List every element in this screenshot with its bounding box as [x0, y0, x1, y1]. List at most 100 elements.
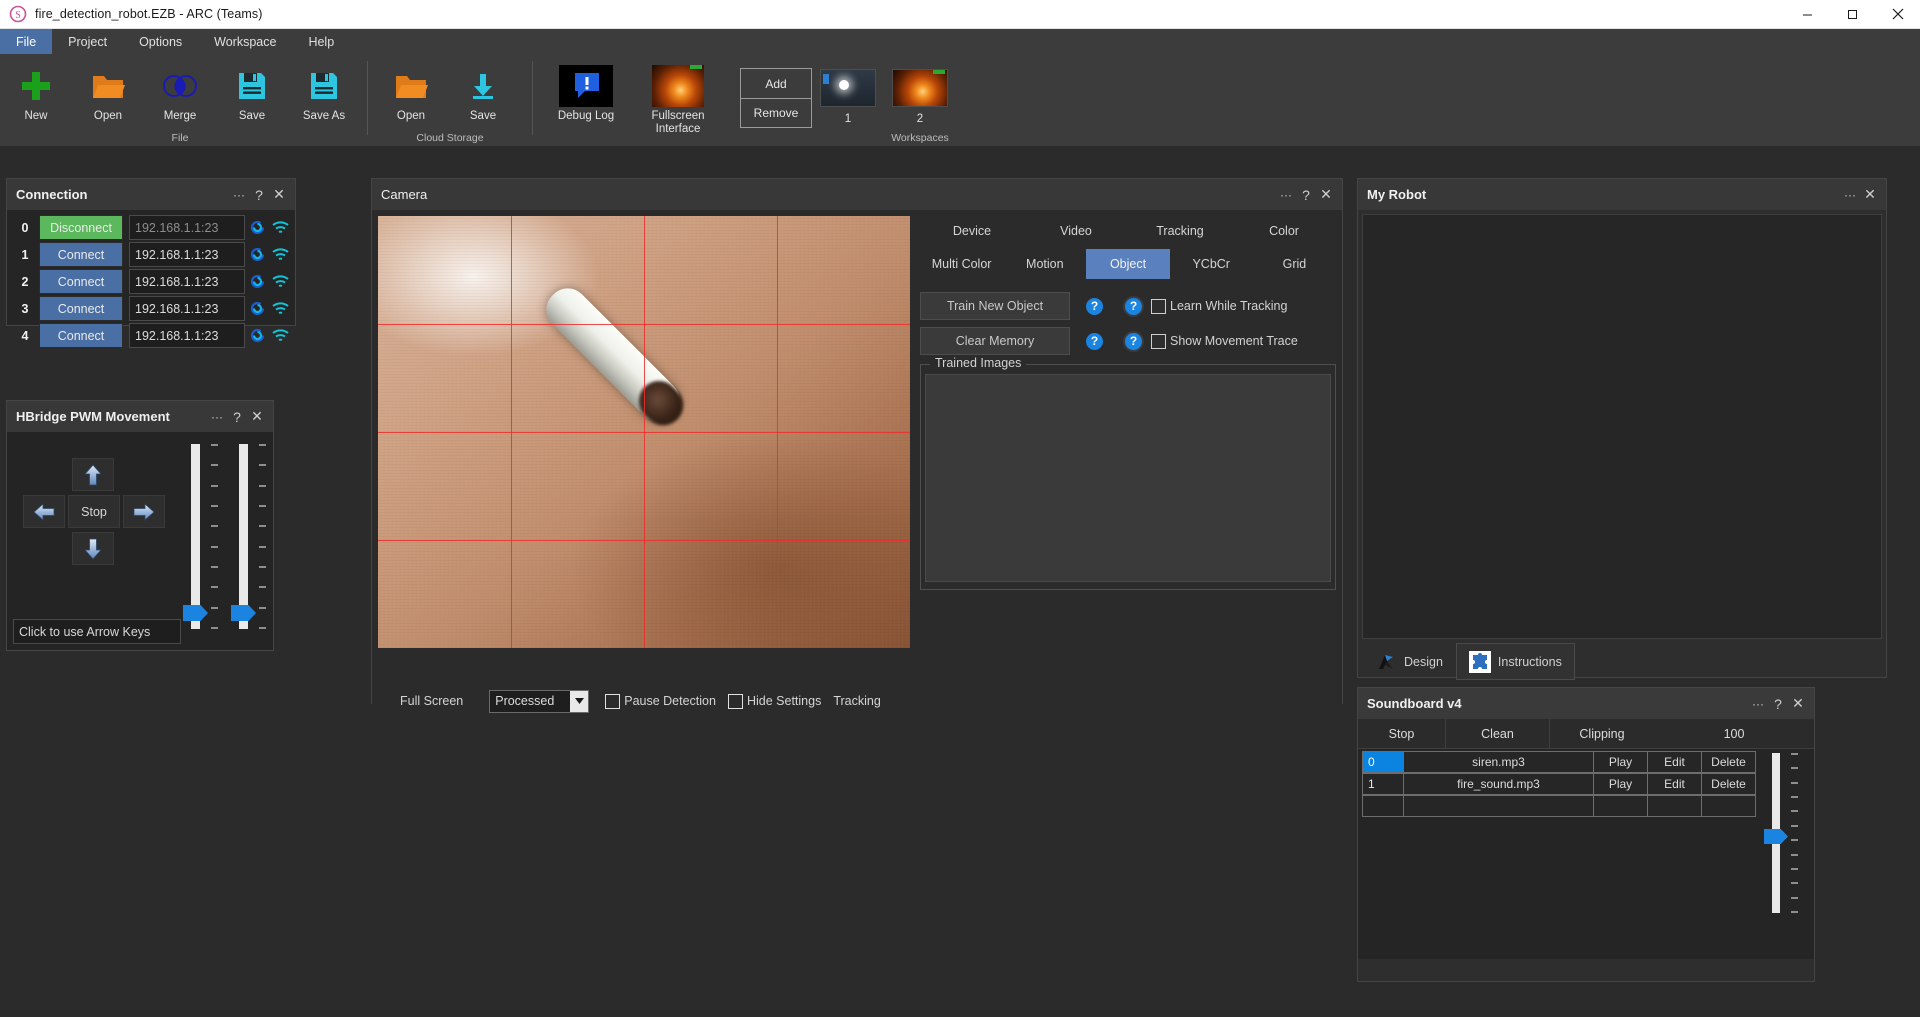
right-speed-slider[interactable] — [231, 444, 277, 629]
soundboard-play-button[interactable] — [1594, 795, 1648, 817]
tab-color[interactable]: Color — [1232, 216, 1336, 246]
menu-item-file[interactable]: File — [0, 29, 52, 54]
soundboard-volume-thumb[interactable] — [1764, 829, 1788, 844]
clear-memory-button[interactable]: Clear Memory — [920, 327, 1070, 355]
connection-ip-field[interactable]: 192.168.1.1:23 — [129, 296, 245, 321]
move-forward-button[interactable] — [72, 458, 114, 491]
ribbon-button-save-as[interactable]: Save As — [288, 59, 360, 137]
soundboard-menu-button[interactable]: ··· — [1748, 693, 1768, 715]
soundboard-delete-button[interactable] — [1702, 795, 1756, 817]
workspace-add-button[interactable]: Add — [741, 69, 811, 98]
my-robot-tab-instructions[interactable]: Instructions — [1456, 643, 1575, 680]
workspace-item-2[interactable]: 2 — [884, 59, 956, 125]
wifi-icon[interactable] — [269, 328, 291, 343]
refresh-icon[interactable] — [245, 272, 269, 291]
soundboard-row-index[interactable]: 0 — [1362, 751, 1404, 773]
connection-connect-button[interactable]: Connect — [39, 323, 123, 348]
ribbon-button-cloud-save[interactable]: Save — [447, 59, 519, 137]
my-robot-menu-button[interactable]: ··· — [1840, 184, 1860, 206]
full-screen-button[interactable]: Full Screen — [400, 694, 463, 708]
ribbon-button-debug-log[interactable]: Debug Log — [540, 59, 632, 137]
refresh-icon[interactable] — [245, 245, 269, 264]
hbridge-help-button[interactable]: ? — [227, 406, 247, 428]
connection-ip-field[interactable]: 192.168.1.1:23 — [129, 215, 245, 240]
tab-video[interactable]: Video — [1024, 216, 1128, 246]
connection-help-button[interactable]: ? — [249, 184, 269, 206]
soundboard-delete-button[interactable]: Delete — [1702, 773, 1756, 795]
ribbon-button-cloud-open[interactable]: Open — [375, 59, 447, 137]
my-robot-tab-design[interactable]: Design — [1362, 643, 1456, 680]
wifi-icon[interactable] — [269, 220, 291, 235]
connection-ip-field[interactable]: 192.168.1.1:23 — [129, 242, 245, 267]
left-speed-slider[interactable] — [183, 444, 229, 629]
tab-multi-color[interactable]: Multi Color — [920, 249, 1003, 279]
hbridge-menu-button[interactable]: ··· — [207, 406, 227, 428]
soundboard-edit-button[interactable]: Edit — [1648, 751, 1702, 773]
connection-connect-button[interactable]: Connect — [39, 242, 123, 267]
wifi-icon[interactable] — [269, 274, 291, 289]
minimize-button[interactable] — [1785, 0, 1830, 29]
soundboard-edit-button[interactable] — [1648, 795, 1702, 817]
soundboard-clean-button[interactable]: Clean — [1446, 719, 1550, 749]
right-speed-slider-track[interactable] — [239, 444, 248, 629]
camera-close-button[interactable]: ✕ — [1316, 184, 1336, 206]
soundboard-delete-button[interactable]: Delete — [1702, 751, 1756, 773]
soundboard-stop-button[interactable]: Stop — [1358, 719, 1446, 749]
menu-item-workspace[interactable]: Workspace — [198, 29, 292, 54]
tab-motion[interactable]: Motion — [1003, 249, 1086, 279]
train-new-object-button[interactable]: Train New Object — [920, 292, 1070, 320]
trained-images-list[interactable] — [925, 374, 1331, 582]
wifi-icon[interactable] — [269, 247, 291, 262]
soundboard-edit-button[interactable]: Edit — [1648, 773, 1702, 795]
stop-button[interactable]: Stop — [68, 495, 120, 528]
tab-tracking[interactable]: Tracking — [1128, 216, 1232, 246]
camera-menu-button[interactable]: ··· — [1276, 184, 1296, 206]
soundboard-row-index[interactable]: 1 — [1362, 773, 1404, 795]
ribbon-button-save[interactable]: Save — [216, 59, 288, 137]
learn-while-tracking-help-icon[interactable]: ? — [1125, 298, 1142, 315]
connection-ip-field[interactable]: 192.168.1.1:23 — [129, 323, 245, 348]
tab-grid[interactable]: Grid — [1253, 249, 1336, 279]
soundboard-play-button[interactable]: Play — [1594, 751, 1648, 773]
tab-device[interactable]: Device — [920, 216, 1024, 246]
soundboard-row-index[interactable] — [1362, 795, 1404, 817]
clear-memory-help-icon[interactable]: ? — [1086, 333, 1103, 350]
ribbon-button-open[interactable]: Open — [72, 59, 144, 137]
show-movement-trace-checkbox[interactable] — [1151, 334, 1166, 349]
refresh-icon[interactable] — [245, 218, 269, 237]
hide-settings-checkbox[interactable] — [728, 694, 743, 709]
left-speed-slider-thumb[interactable] — [183, 605, 208, 621]
hbridge-close-button[interactable]: ✕ — [247, 406, 267, 428]
refresh-icon[interactable] — [245, 326, 269, 345]
menu-item-project[interactable]: Project — [52, 29, 123, 54]
connection-connect-button[interactable]: Connect — [39, 269, 123, 294]
ribbon-button-merge[interactable]: Merge — [144, 59, 216, 137]
show-movement-trace-help-icon[interactable]: ? — [1125, 333, 1142, 350]
learn-while-tracking-checkbox[interactable] — [1151, 299, 1166, 314]
workspace-remove-button[interactable]: Remove — [741, 98, 811, 127]
soundboard-close-button[interactable]: ✕ — [1788, 693, 1808, 715]
ribbon-button-fullscreen-interface[interactable]: Fullscreen Interface — [632, 59, 724, 137]
camera-mode-dropdown[interactable]: Processed — [489, 690, 589, 713]
refresh-icon[interactable] — [245, 299, 269, 318]
connection-disconnect-button[interactable]: Disconnect — [39, 215, 123, 240]
soundboard-volume-slider[interactable] — [1764, 751, 1810, 955]
my-robot-close-button[interactable]: ✕ — [1860, 184, 1880, 206]
connection-close-button[interactable]: ✕ — [269, 184, 289, 206]
camera-video-view[interactable] — [378, 216, 910, 648]
soundboard-row-name[interactable]: siren.mp3 — [1404, 751, 1594, 773]
connection-ip-field[interactable]: 192.168.1.1:23 — [129, 269, 245, 294]
connection-connect-button[interactable]: Connect — [39, 296, 123, 321]
chevron-down-icon[interactable] — [570, 691, 588, 712]
soundboard-help-button[interactable]: ? — [1768, 693, 1788, 715]
maximize-button[interactable] — [1830, 0, 1875, 29]
workspace-item-1[interactable]: 1 — [812, 59, 884, 125]
left-speed-slider-track[interactable] — [191, 444, 200, 629]
tab-ycbcr[interactable]: YCbCr — [1170, 249, 1253, 279]
move-reverse-button[interactable] — [72, 532, 114, 565]
pause-detection-checkbox[interactable] — [605, 694, 620, 709]
move-right-button[interactable] — [123, 495, 165, 528]
camera-help-button[interactable]: ? — [1296, 184, 1316, 206]
wifi-icon[interactable] — [269, 301, 291, 316]
menu-item-options[interactable]: Options — [123, 29, 198, 54]
